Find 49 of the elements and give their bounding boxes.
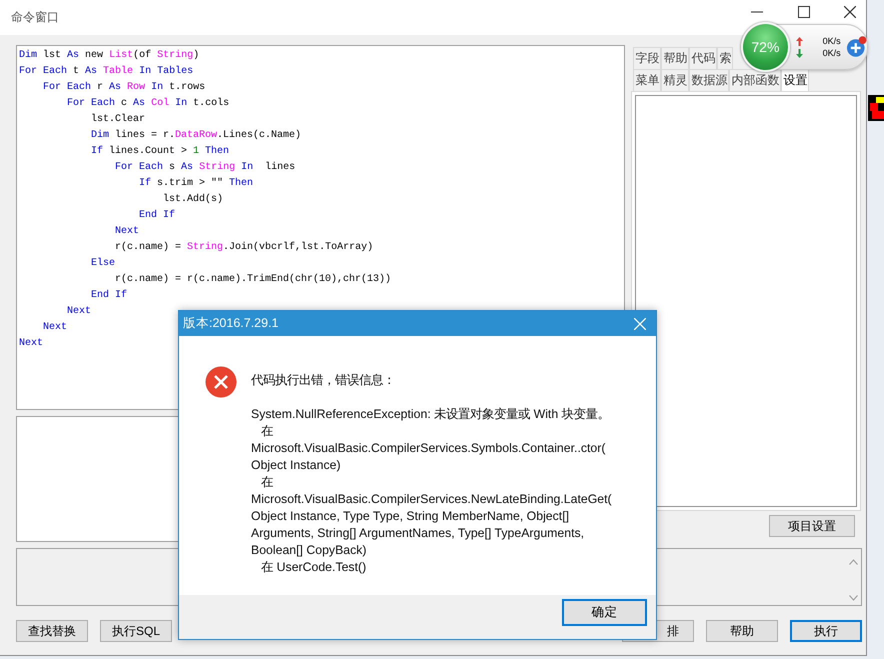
code-line: lst.Add(s) <box>162 192 224 207</box>
code-line: lst.Clear <box>90 112 146 127</box>
tab[interactable]: 菜单 <box>633 69 662 91</box>
toolbar-button[interactable]: 执行SQL <box>100 620 172 642</box>
code-line: Dim lst As new List(of String) <box>19 48 200 63</box>
code-line: Dim lines = r.DataRow.Lines(c.Name) <box>90 128 302 143</box>
project-settings-button[interactable]: 项目设置 <box>769 515 855 537</box>
ok-button[interactable]: 确定 <box>562 599 647 626</box>
error-heading: 代码执行出错，错误信息： <box>251 372 396 389</box>
scroll-down-icon[interactable] <box>848 595 858 601</box>
code-line: Next <box>19 337 44 351</box>
upload-arrow-icon <box>796 36 803 46</box>
download-speed: 0K/s <box>822 48 841 58</box>
code-line: If s.trim > "" Then <box>138 176 254 191</box>
code-line: Else <box>90 256 116 271</box>
code-line: For Each r As Row In t.rows <box>42 80 206 95</box>
toolbar-button[interactable]: 帮助 <box>706 620 778 642</box>
download-arrow-icon <box>796 48 803 58</box>
code-line: Next <box>66 305 92 319</box>
tab[interactable]: 设置 <box>781 69 810 91</box>
add-icon[interactable] <box>846 35 868 59</box>
tab[interactable]: 索 <box>717 47 734 69</box>
close-icon[interactable] <box>844 6 856 18</box>
code-line: r(c.name) = r(c.name).TrimEnd(chr(10),chr(13)) <box>114 272 392 287</box>
code-line: End If <box>138 208 176 223</box>
scroll-up-icon[interactable] <box>848 559 858 565</box>
toolbar-button[interactable]: 执行 <box>790 620 862 642</box>
error-icon <box>205 366 237 398</box>
maximize-icon[interactable] <box>798 6 810 18</box>
tab[interactable]: 内部函数 <box>729 69 782 91</box>
tab[interactable]: 帮助 <box>661 47 690 69</box>
upload-speed: 0K/s <box>822 36 841 46</box>
code-line: For Each s As String In lines <box>114 160 296 175</box>
toolbar-button[interactable]: 查找替换 <box>16 620 88 642</box>
code-line: For Each c As Col In t.cols <box>66 96 230 111</box>
code-line: If lines.Count > 1 Then <box>90 144 230 159</box>
tab[interactable]: 字段 <box>633 47 662 69</box>
tab[interactable]: 数据源 <box>689 69 730 91</box>
code-line: Next <box>114 225 140 239</box>
error-details: System.NullReferenceException: 未设置对象变量或 With 块变量。 在 Microsoft.VisualBasic.CompilerServices.Symbols.Container..ctor( Object Instance) 在 Microsoft.VisualBasic.CompilerServices.NewLateBinding.LateGet( Object Instance, Type Type, String MemberName, Object[] Arguments, String[] ArgumentNames, Type[] TypeArguments, Boolean[] CopyBack) 在 UserCode.Test() <box>251 406 612 576</box>
tab[interactable]: 精灵 <box>661 69 690 91</box>
code-line: Next <box>42 321 68 335</box>
window-title: 命令窗口 <box>11 9 59 26</box>
code-line: r(c.name) = String.Join(vbcrlf,lst.ToArray) <box>114 240 374 255</box>
code-line: End If <box>90 288 128 303</box>
code-line: For Each t As Table In Tables <box>19 64 194 79</box>
tab[interactable]: 代码 <box>689 47 718 69</box>
app-icon <box>868 95 884 121</box>
dialog-title: 版本:2016.7.29.1 <box>183 315 279 332</box>
